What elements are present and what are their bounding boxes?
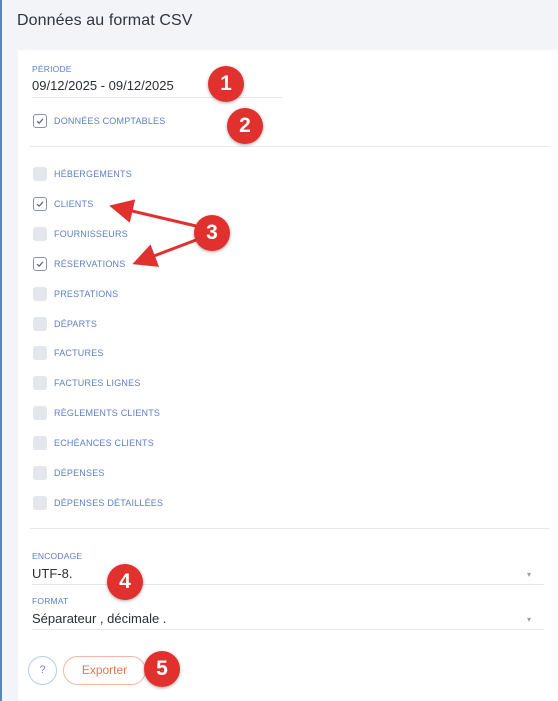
annotation-arrows [109,199,197,267]
annotation-badge-4: 4 [107,564,143,600]
annotation-badge-3: 3 [194,215,230,251]
annotation-badge-2: 2 [227,108,263,144]
arrow-to-reservations [132,238,197,267]
annotation-badge-1: 1 [208,66,244,102]
annotation-badge-5: 5 [144,651,180,687]
arrow-to-clients [109,199,197,228]
